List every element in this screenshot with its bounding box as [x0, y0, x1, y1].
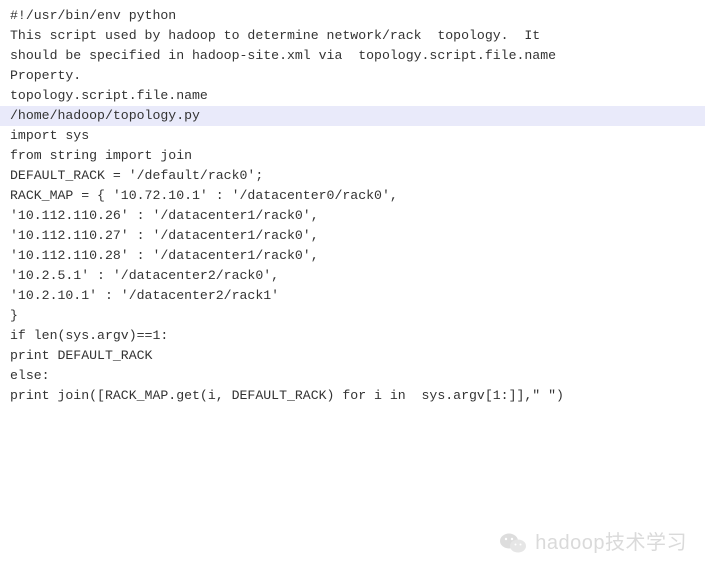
code-line: topology.script.file.name — [10, 86, 705, 106]
code-line-highlighted: /home/hadoop/topology.py — [0, 106, 705, 126]
code-line: '10.112.110.28' : '/datacenter1/rack0', — [10, 246, 705, 266]
code-line: '10.2.5.1' : '/datacenter2/rack0', — [10, 266, 705, 286]
code-line: from string import join — [10, 146, 705, 166]
code-line: '10.2.10.1' : '/datacenter2/rack1' — [10, 286, 705, 306]
code-line: RACK_MAP = { '10.72.10.1' : '/datacenter… — [10, 186, 705, 206]
code-line: '10.112.110.27' : '/datacenter1/rack0', — [10, 226, 705, 246]
code-line: } — [10, 306, 705, 326]
code-line: import sys — [10, 126, 705, 146]
code-line: #!/usr/bin/env python — [10, 6, 705, 26]
code-line: print join([RACK_MAP.get(i, DEFAULT_RACK… — [10, 386, 705, 406]
code-line: if len(sys.argv)==1: — [10, 326, 705, 346]
watermark: hadoop技术学习 — [499, 531, 687, 555]
code-line: DEFAULT_RACK = '/default/rack0'; — [10, 166, 705, 186]
code-line: should be specified in hadoop-site.xml v… — [10, 46, 705, 66]
code-line: '10.112.110.26' : '/datacenter1/rack0', — [10, 206, 705, 226]
watermark-text: hadoop技术学习 — [535, 533, 687, 553]
wechat-icon — [499, 531, 527, 555]
code-line: else: — [10, 366, 705, 386]
code-line: Property. — [10, 66, 705, 86]
code-line: This script used by hadoop to determine … — [10, 26, 705, 46]
code-line: print DEFAULT_RACK — [10, 346, 705, 366]
